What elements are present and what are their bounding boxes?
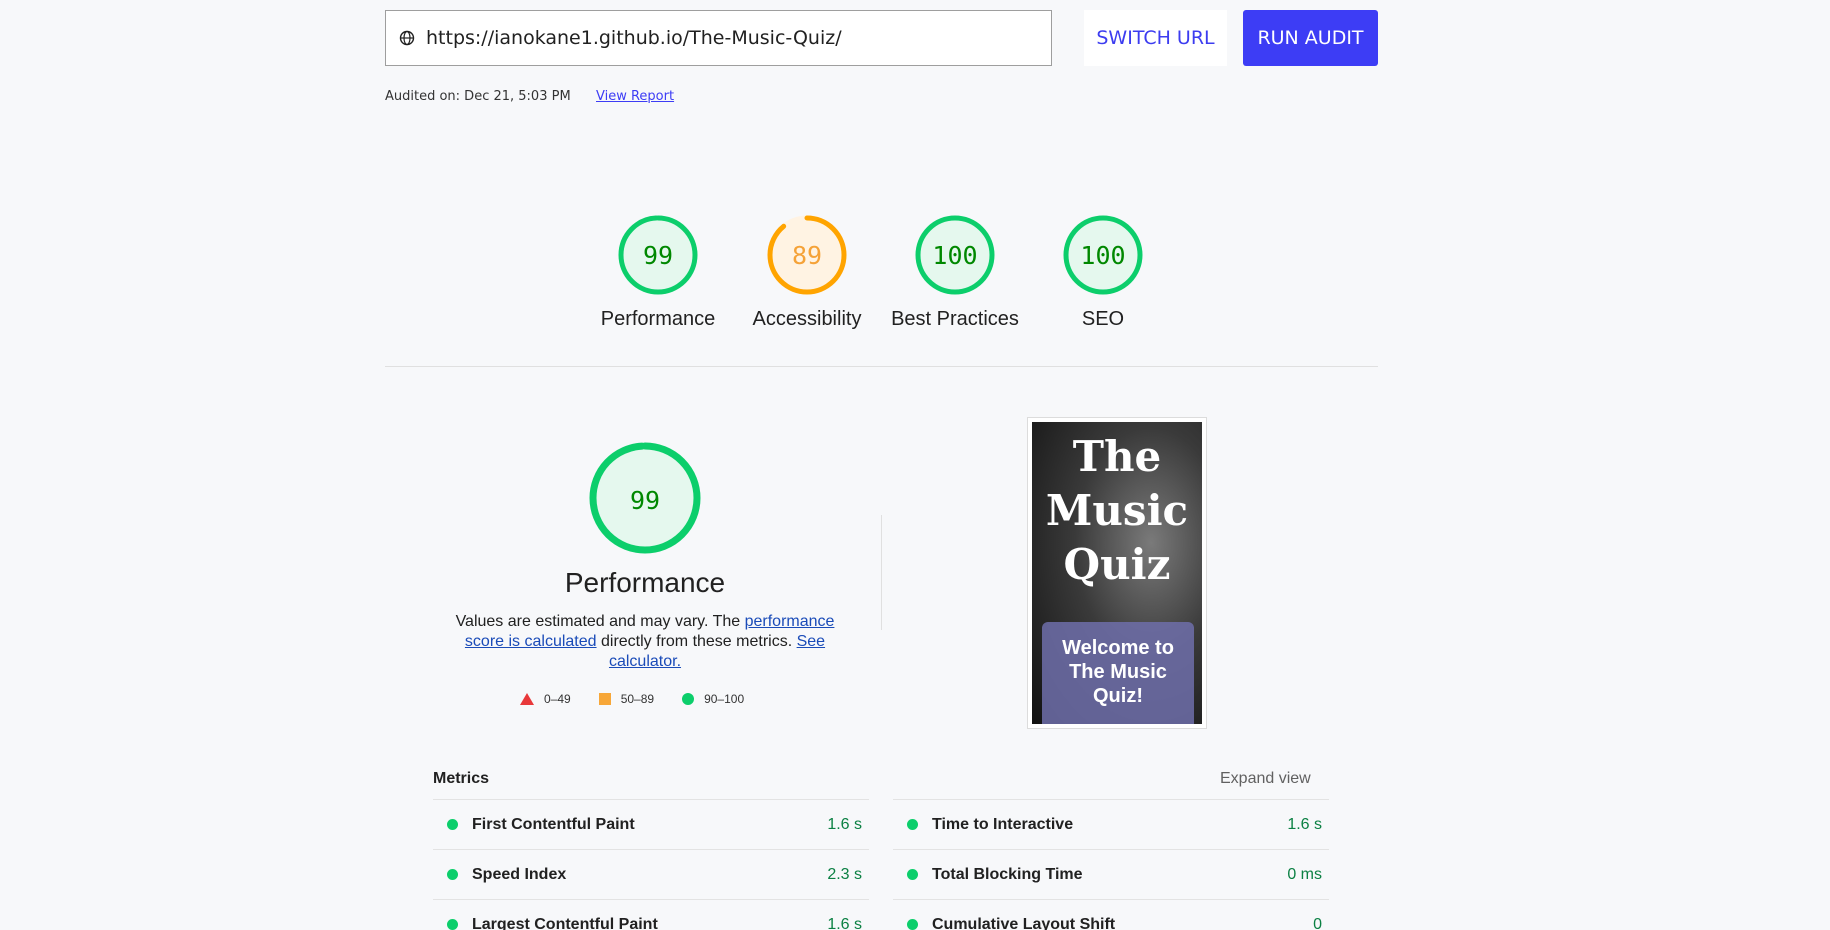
metrics-heading: Metrics <box>433 770 490 787</box>
thumbnail-title: The Music Quiz <box>1032 430 1202 592</box>
metric-value: 0 <box>1313 915 1322 930</box>
gauge-label: SEO <box>1081 308 1125 330</box>
metric-row: Time to Interactive 1.6 s <box>893 799 1329 849</box>
metric-row: Cumulative Layout Shift 0 <box>893 899 1329 930</box>
performance-description: Values are estimated and may vary. The p… <box>450 612 840 672</box>
pass-circle-icon <box>907 869 918 880</box>
section-divider <box>385 366 1378 367</box>
metric-value: 0 ms <box>1287 865 1322 883</box>
thumb-title-line: Music <box>1045 486 1189 535</box>
expand-view-toggle[interactable]: Expand view <box>1220 770 1311 788</box>
average-square-icon <box>598 693 611 705</box>
metric-row: Largest Contentful Paint 1.6 s <box>433 899 869 930</box>
desc-text-2: directly from these metrics. <box>596 633 797 650</box>
score-legend: 0–49 50–89 90–100 <box>520 692 772 706</box>
legend-fail: 0–49 <box>544 692 571 706</box>
audited-timestamp: Audited on: Dec 21, 5:03 PM <box>385 89 571 104</box>
metric-name: Cumulative Layout Shift <box>932 915 1116 930</box>
url-text: https://ianokane1.github.io/The-Music-Qu… <box>426 27 842 49</box>
gauge-score: 89 <box>792 241 822 270</box>
desc-text-1: Values are estimated and may vary. The <box>455 613 745 630</box>
view-report-link[interactable]: View Report <box>596 89 674 104</box>
gauge-label: Best Practices <box>891 308 1019 330</box>
performance-gauge-large: 99 <box>588 441 702 560</box>
switch-url-button[interactable]: SWITCH URL <box>1084 10 1227 66</box>
metric-name: Largest Contentful Paint <box>472 915 658 930</box>
gauge-label: Accessibility <box>752 308 862 330</box>
legend-pass: 90–100 <box>704 692 745 706</box>
performance-title: Performance <box>564 567 726 598</box>
gauge-score: 100 <box>1080 241 1125 270</box>
metric-value: 1.6 s <box>827 915 862 930</box>
gauge-seo[interactable]: 100 SEO <box>1028 214 1178 331</box>
pass-circle-icon <box>907 819 918 830</box>
metric-row: Total Blocking Time 0 ms <box>893 849 1329 899</box>
thumb-title-line: The <box>1072 432 1162 481</box>
metric-name: Time to Interactive <box>932 815 1074 833</box>
pass-circle-icon <box>907 919 918 930</box>
thumbnail-welcome-card: Welcome to The Music Quiz! <box>1042 622 1194 724</box>
pass-circle-icon <box>682 693 695 705</box>
thumb-title-line: Quiz <box>1063 540 1171 589</box>
metric-value: 2.3 s <box>827 865 862 883</box>
gauge-score: 99 <box>643 241 673 270</box>
metric-value: 1.6 s <box>827 815 862 833</box>
pass-circle-icon <box>447 819 458 830</box>
vertical-divider <box>881 515 882 630</box>
gauge-label: Performance <box>600 308 716 330</box>
page-screenshot-thumbnail: The Music Quiz Welcome to The Music Quiz… <box>1027 417 1207 729</box>
fail-triangle-icon <box>520 693 534 705</box>
metric-value: 1.6 s <box>1287 815 1322 833</box>
metrics-column-right: Time to Interactive 1.6 s Total Blocking T… <box>893 799 1329 930</box>
metrics-column-left: First Contentful Paint 1.6 s Speed Index 2.… <box>433 799 869 930</box>
url-input[interactable]: https://ianokane1.github.io/The-Music-Qu… <box>385 10 1052 66</box>
metric-name: Total Blocking Time <box>932 865 1083 883</box>
metric-name: First Contentful Paint <box>472 815 635 833</box>
performance-score-large: 99 <box>630 486 660 515</box>
gauge-accessibility[interactable]: 89 Accessibility <box>732 214 882 331</box>
metric-row: Speed Index 2.3 s <box>433 849 869 899</box>
metric-row: First Contentful Paint 1.6 s <box>433 799 869 849</box>
pass-circle-icon <box>447 919 458 930</box>
metric-name: Speed Index <box>472 865 567 883</box>
gauge-best-practices[interactable]: 100 Best Practices <box>880 214 1030 331</box>
globe-icon <box>398 29 416 47</box>
gauge-score: 100 <box>932 241 977 270</box>
legend-average: 50–89 <box>620 692 655 706</box>
run-audit-button[interactable]: RUN AUDIT <box>1243 10 1378 66</box>
gauge-performance[interactable]: 99 Performance <box>583 214 733 331</box>
pass-circle-icon <box>447 869 458 880</box>
